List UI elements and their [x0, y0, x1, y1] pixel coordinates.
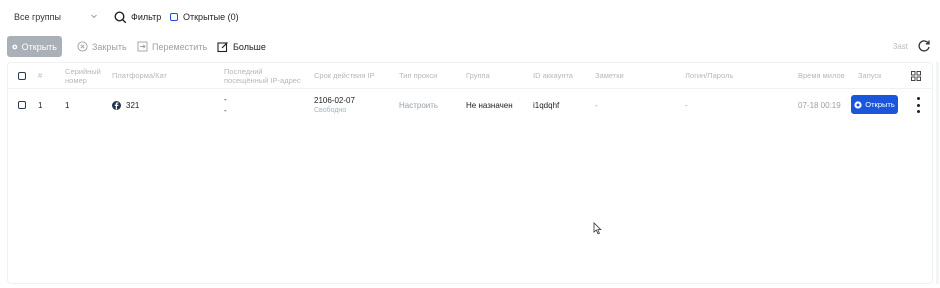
edit-icon — [217, 41, 228, 52]
row-time: 07-18 00:19 — [798, 100, 841, 110]
open-label: Открыть — [21, 41, 57, 52]
filter-label: Фильтр — [131, 12, 162, 22]
col-serial: Серийный номер — [65, 66, 101, 85]
opened-label: Открытые (0) — [183, 12, 239, 22]
row-checkbox[interactable] — [18, 101, 26, 109]
close-label: Закрыть — [92, 41, 127, 52]
close-button[interactable]: Закрыть — [72, 36, 132, 57]
row-platform: 321 — [112, 90, 139, 120]
ip-status: Свободно — [314, 107, 347, 114]
facebook-icon — [112, 100, 121, 110]
refresh-icon[interactable] — [917, 39, 931, 53]
last-ip-line-1: - — [224, 95, 227, 104]
search-icon — [114, 10, 127, 23]
filter-button[interactable]: Фильтр — [114, 5, 161, 29]
more-label: Больше — [233, 41, 266, 52]
col-platform: Платформа/Кат — [112, 71, 167, 81]
col-account-id: ID аккаунта — [533, 71, 573, 81]
close-circle-icon — [77, 41, 88, 52]
row-more-menu-icon[interactable] — [914, 97, 922, 113]
row-serial: 1 — [65, 100, 70, 110]
row-checkbox-cell[interactable] — [18, 90, 26, 120]
col-num: # — [38, 71, 43, 81]
action-toolbar: Открыть Закрыть Переместить Больше 3ast — [0, 36, 940, 58]
group-select-value: Все группы — [14, 12, 61, 22]
launch-open-button[interactable]: Открыть — [851, 95, 898, 114]
open-button[interactable]: Открыть — [7, 36, 62, 57]
table-row[interactable]: 1 1 321 - - 2106-02-07 Свободно Настроит… — [8, 90, 932, 120]
page-label: 3ast — [892, 42, 908, 51]
group-select[interactable]: Все группы — [6, 5, 106, 29]
ip-date: 2106-02-07 — [314, 96, 355, 105]
vertical-scrollbar[interactable] — [936, 62, 939, 284]
row-notes: - — [595, 100, 598, 110]
opened-filter-checkbox[interactable]: Открытые (0) — [170, 5, 239, 29]
col-time: Время милов — [798, 71, 845, 81]
row-num: 1 — [38, 100, 43, 110]
launch-label: Открыть — [865, 100, 895, 109]
row-ip-term: 2106-02-07 Свободно — [314, 90, 355, 120]
row-login-pass: - — [685, 100, 688, 110]
header-checkbox-cell[interactable] — [18, 63, 26, 89]
chrome-icon — [12, 44, 18, 49]
move-icon — [137, 41, 148, 52]
more-button[interactable]: Больше — [212, 36, 271, 57]
col-last-ip: Последний посещённый IP-адрес — [224, 66, 301, 85]
mouse-cursor-icon — [593, 222, 602, 235]
col-launch: Запуск — [858, 71, 882, 81]
opened-checkbox-box[interactable] — [170, 13, 178, 21]
row-account-id: i1qdqhf — [533, 100, 560, 110]
columns-settings-icon[interactable] — [911, 71, 921, 81]
last-ip-line-2: - — [224, 106, 227, 115]
move-button[interactable]: Переместить — [132, 36, 212, 57]
profiles-table: # Серийный номер Платформа/Кат Последний… — [7, 62, 933, 284]
col-group: Группа — [466, 71, 490, 81]
top-bar: Все группы Фильтр Открытые (0) — [0, 0, 940, 35]
row-proxy-setup-link[interactable]: Настроить — [399, 90, 438, 120]
row-last-ip: - - — [224, 90, 227, 120]
move-label: Переместить — [152, 41, 208, 52]
col-notes: Заметки — [595, 71, 624, 81]
col-proxy-type: Тип прокси — [399, 71, 438, 81]
col-login-pass: Логин/Пароль — [685, 71, 734, 81]
chevron-down-icon — [91, 14, 97, 19]
row-group: Не назначен — [466, 100, 513, 110]
table-header: # Серийный номер Платформа/Кат Последний… — [8, 63, 932, 89]
platform-name: 321 — [126, 100, 140, 110]
chrome-icon — [854, 100, 862, 109]
select-all-checkbox[interactable] — [18, 72, 26, 80]
col-ip-term: Срок действия IP — [314, 71, 375, 81]
